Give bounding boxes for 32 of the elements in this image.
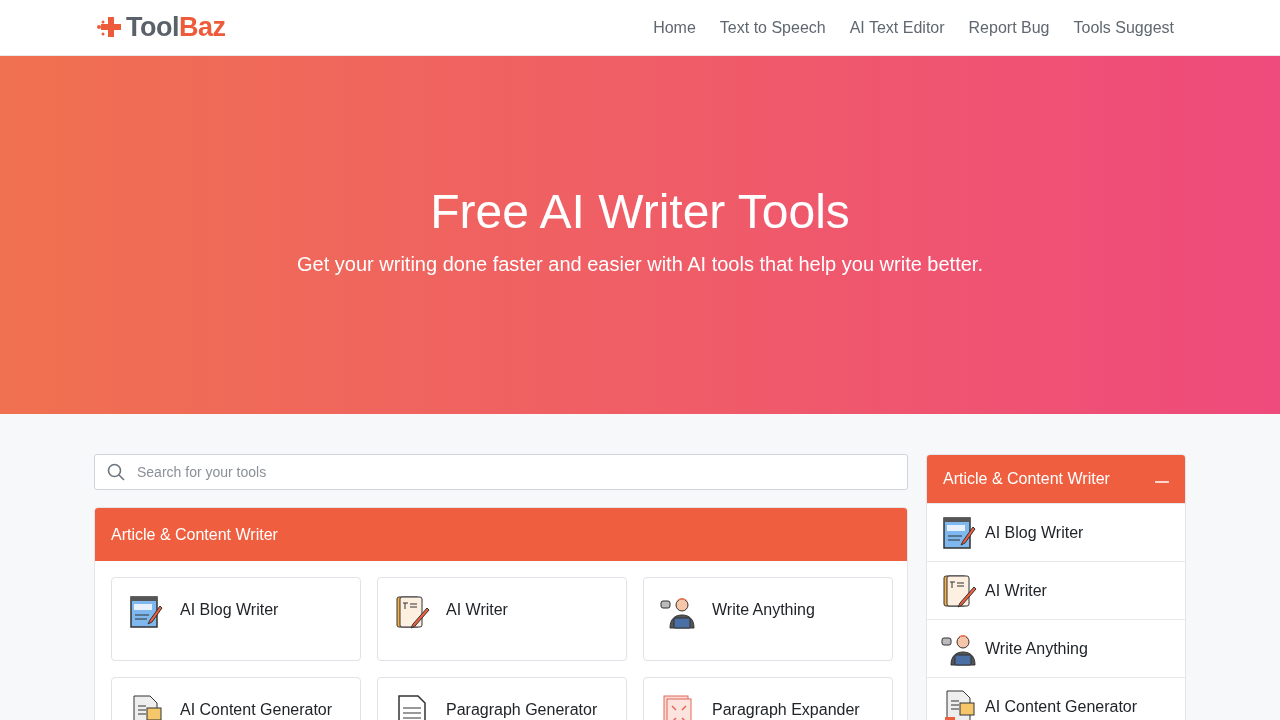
nav-link[interactable]: Home: [641, 10, 708, 45]
tool-card[interactable]: AI Blog Writer: [111, 577, 361, 661]
tool-card[interactable]: Write Anything: [643, 577, 893, 661]
sidebar-item[interactable]: AI Content Generator: [927, 677, 1185, 720]
tool-name: AI Writer: [446, 601, 508, 619]
sidebar-title: Article & Content Writer: [943, 470, 1110, 488]
search-icon: [107, 463, 125, 481]
tool-name: AI Blog Writer: [180, 601, 279, 619]
logo-text[interactable]: ToolBaz: [126, 12, 226, 43]
category-title: Article & Content Writer: [95, 508, 907, 561]
tool-name: Write Anything: [712, 601, 815, 619]
nav-link[interactable]: Text to Speech: [707, 10, 838, 45]
tool-card[interactable]: Paragraph Expander: [643, 677, 893, 720]
nav-link[interactable]: Tools Suggest: [1061, 10, 1186, 45]
sidebar-item[interactable]: AI Blog Writer: [927, 503, 1185, 561]
document-pencil-icon: [394, 594, 430, 630]
tool-name: AI Content Generator: [180, 701, 333, 719]
hero-subtitle: Get your writing done faster and easier with AI tools that help you write better.: [297, 253, 983, 276]
sidebar-item[interactable]: AI Writer: [927, 561, 1185, 619]
tool-card[interactable]: Paragraph Generator: [377, 677, 627, 720]
blog-page-icon: [941, 514, 977, 551]
nav-link[interactable]: Report Bug: [956, 10, 1062, 45]
search-field[interactable]: Search for your tools: [94, 454, 908, 490]
blog-page-icon: [128, 594, 164, 630]
sidebar-item[interactable]: Write Anything: [927, 619, 1185, 677]
tool-name: Paragraph Expander: [712, 701, 860, 719]
nav-link[interactable]: AI Text Editor: [837, 10, 957, 45]
tool-card[interactable]: AI Content Generator: [111, 677, 361, 720]
tool-card[interactable]: AI Writer: [377, 577, 627, 661]
hero-title: Free AI Writer Tools: [430, 184, 850, 239]
document-pencil-icon: [941, 572, 977, 609]
tool-name: Paragraph Generator: [446, 701, 598, 719]
